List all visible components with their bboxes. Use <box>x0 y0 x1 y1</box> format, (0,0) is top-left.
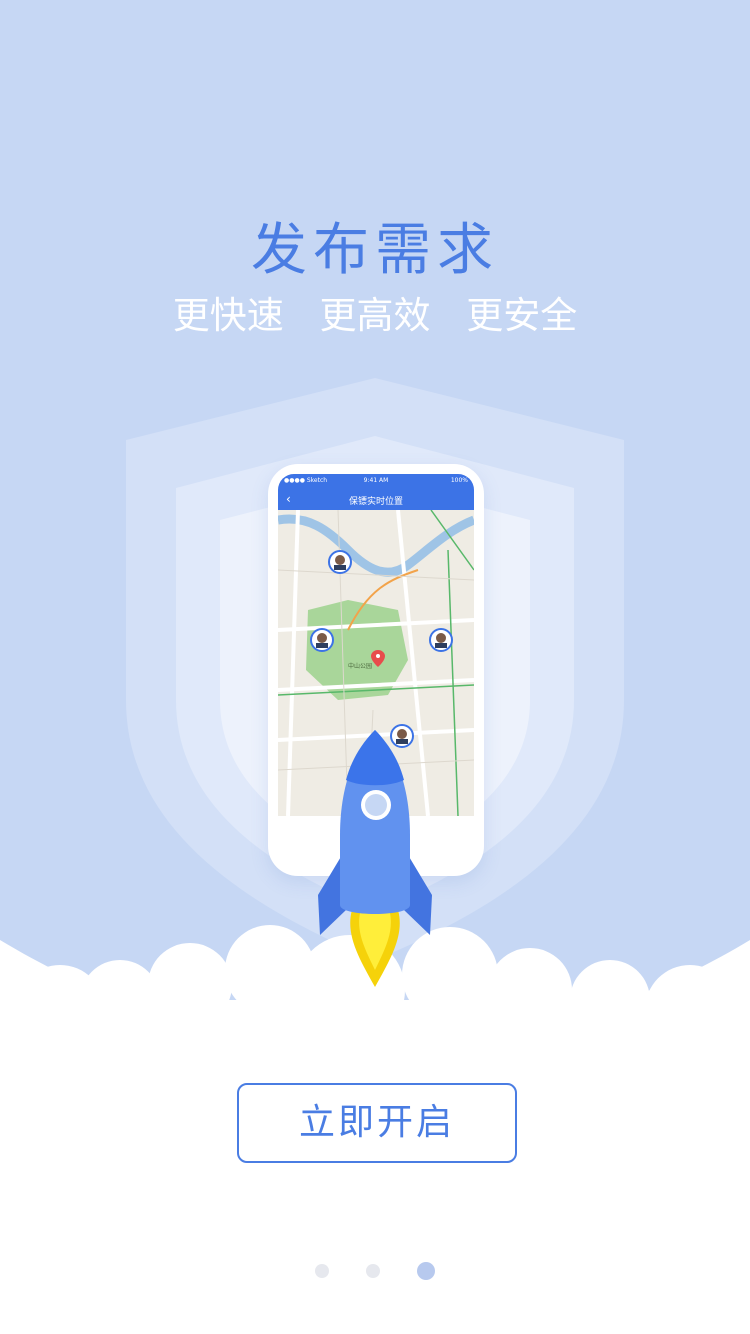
subtitle-item-fast: 更快速 <box>172 294 284 337</box>
status-time: 9:41 AM <box>363 477 389 484</box>
bodyguard-avatar-2 <box>310 628 334 652</box>
status-battery: 100% <box>450 477 468 484</box>
page-dot-3-active[interactable] <box>417 1261 436 1280</box>
bodyguard-avatar-1 <box>328 550 352 574</box>
subtitle: 更快速 更高效 更安全 <box>0 285 750 339</box>
page-dot-1[interactable] <box>314 1263 329 1278</box>
page-dot-2[interactable] <box>366 1263 380 1278</box>
bodyguard-avatar-3 <box>429 628 453 652</box>
rocket-window <box>365 794 387 816</box>
phone-nav-bar: ‹ 保镖实时位置 <box>278 488 474 510</box>
subtitle-item-efficient: 更高效 <box>319 294 431 337</box>
rocket-icon <box>318 730 432 987</box>
map-label-park: 中山公园 <box>348 662 372 670</box>
page-title: 发布需求 <box>251 218 499 283</box>
start-button[interactable]: 立即开启 <box>237 1083 517 1163</box>
phone-status-bar: ●●●● Sketch 9:41 AM 100% <box>278 474 474 488</box>
rocket-nose <box>346 730 404 786</box>
subtitle-item-safe: 更安全 <box>466 294 578 337</box>
page-indicator <box>0 1260 750 1280</box>
phone-nav-title: 保镖实时位置 <box>348 497 403 507</box>
